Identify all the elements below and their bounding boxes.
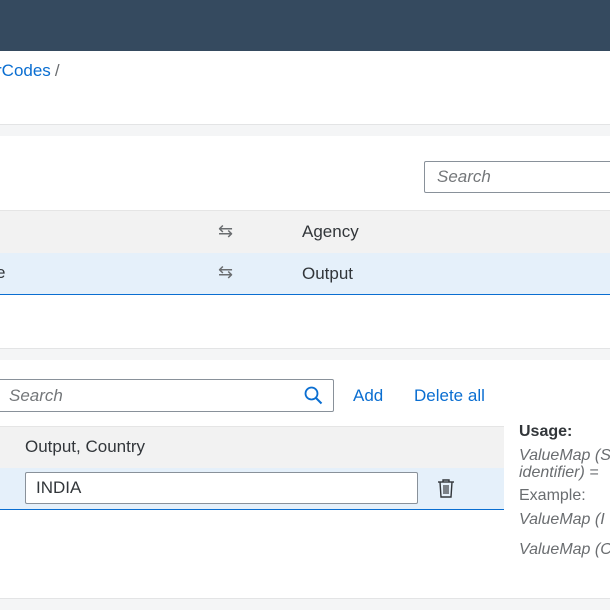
value-search-field[interactable] [0,379,334,412]
usage-title: Usage: [519,423,573,440]
table-row[interactable] [0,468,504,510]
add-button[interactable]: Add [353,386,383,406]
value-search-input[interactable] [0,380,309,411]
value-mapping-panel: Add Delete all Output, Country Usage: Va… [0,360,610,599]
value-table-header: Output, Country [0,426,504,469]
breadcrumb-area: rCodes / [0,51,610,125]
column-header-output-country: Output, Country [25,437,146,456]
agency-search-field[interactable] [424,161,610,193]
usage-help: Usage: ValueMap (S identifier) = Example… [519,423,610,571]
agency-table-row-selected[interactable]: e ⇆ Output [0,253,610,295]
agency-search-input[interactable] [425,162,610,192]
usage-syntax-line1: ValueMap (S [519,447,610,464]
search-icon[interactable] [304,386,323,410]
breadcrumb-separator: / [54,61,60,80]
trash-icon[interactable] [436,478,456,503]
breadcrumb: rCodes / [0,61,60,81]
example-line1: ValueMap (I [519,511,605,528]
agency-table-header: ⇆ Agency [0,210,610,254]
shell-header-bar [0,0,610,51]
swap-arrows-icon: ⇆ [218,262,233,282]
agency-row-label: Output [302,264,354,283]
delete-all-button[interactable]: Delete all [414,386,485,406]
usage-syntax-line2: identifier) = [519,464,599,481]
agency-mapping-panel: ⇆ Agency e ⇆ Output [0,136,610,349]
truncated-left-text: e [0,263,6,282]
example-line2: ValueMap (C [519,541,610,558]
example-label: Example: [519,487,586,504]
value-input[interactable] [25,472,418,504]
breadcrumb-link[interactable]: rCodes [0,61,51,80]
swap-arrows-icon: ⇆ [218,221,233,241]
agency-header-label: Agency [302,222,359,241]
